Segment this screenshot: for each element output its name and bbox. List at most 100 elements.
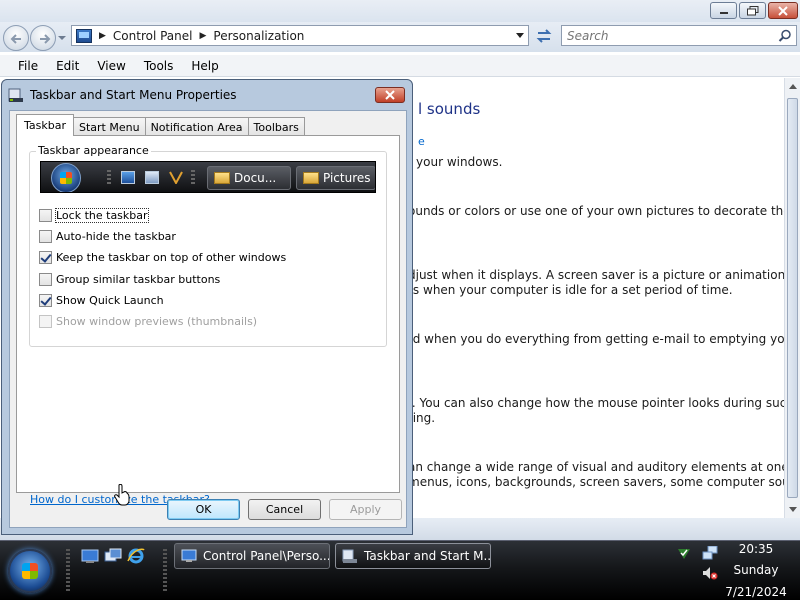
task-taskbar-properties[interactable]: Taskbar and Start M...: [335, 543, 491, 569]
switch-windows-icon: [145, 171, 159, 184]
ok-button[interactable]: OK: [167, 499, 240, 520]
checkbox-label[interactable]: Auto-hide the taskbar: [56, 230, 176, 243]
checkbox-box[interactable]: [39, 208, 52, 222]
taskbar-properties-dialog: Taskbar and Start Menu Properties Taskba…: [1, 79, 413, 535]
checkbox-label[interactable]: Lock the taskbar: [55, 207, 149, 223]
task-control-panel[interactable]: Control Panel\Perso...: [174, 543, 330, 569]
media-player-icon: [169, 171, 183, 186]
tab-taskbar[interactable]: Taskbar: [16, 114, 74, 136]
grip-icon[interactable]: [66, 549, 70, 593]
internet-explorer-icon[interactable]: [127, 548, 145, 564]
content-text: f your windows.: [408, 155, 503, 169]
close-icon: [778, 5, 788, 16]
control-panel-icon: [76, 28, 92, 43]
chevron-right-icon[interactable]: ▶: [99, 31, 106, 41]
window-titlebar: [0, 0, 800, 22]
tab-toolbars[interactable]: Toolbars: [247, 117, 305, 136]
show-desktop-icon[interactable]: [81, 548, 99, 564]
menu-help[interactable]: Help: [182, 59, 227, 73]
address-bar[interactable]: ▶ Control Panel ▶ Personalization: [71, 25, 529, 46]
dialog-close-button[interactable]: [375, 87, 405, 103]
minimize-icon: [719, 11, 728, 14]
arrow-left-icon: [10, 34, 21, 44]
restore-icon: [746, 5, 758, 15]
menu-file[interactable]: File: [0, 59, 47, 73]
checkbox-box[interactable]: [39, 272, 52, 286]
hand-cursor-icon: [114, 484, 130, 506]
recent-pages-chevron-icon[interactable]: [58, 34, 66, 42]
content-text: rd when you do everything from getting e…: [408, 332, 798, 346]
refresh-icon[interactable]: [533, 26, 555, 46]
grip-icon[interactable]: [163, 549, 167, 593]
folder-icon: [214, 172, 230, 184]
checkbox-label[interactable]: Show Quick Launch: [56, 294, 164, 307]
scroll-up-icon[interactable]: [789, 84, 797, 89]
show-quick-launch-checkbox[interactable]: Show Quick Launch: [39, 292, 164, 308]
address-dropdown-icon[interactable]: [516, 33, 524, 38]
task-label: Taskbar and Start M...: [364, 549, 491, 563]
checkbox-label[interactable]: Keep the taskbar on top of other windows: [56, 251, 286, 264]
scroll-down-icon[interactable]: [789, 507, 797, 512]
dialog-title: Taskbar and Start Menu Properties: [30, 88, 237, 102]
taskbar-properties-icon: [342, 549, 357, 563]
volume-muted-icon[interactable]: [702, 566, 718, 580]
close-icon: [385, 90, 395, 100]
breadcrumb-personalization[interactable]: Personalization: [213, 29, 304, 43]
checkbox-box[interactable]: [39, 229, 52, 243]
tab-start-menu[interactable]: Start Menu: [73, 117, 146, 136]
content-text: r. You can also change how the mouse poi…: [408, 396, 794, 410]
folder-icon: [303, 172, 319, 184]
grip-icon: [191, 170, 195, 186]
menu-tools[interactable]: Tools: [135, 59, 183, 73]
clock-day[interactable]: Sunday: [721, 563, 791, 577]
scrollbar-thumb[interactable]: [787, 98, 798, 498]
chevron-right-icon[interactable]: ▶: [200, 31, 207, 41]
keep-on-top-checkbox[interactable]: Keep the taskbar on top of other windows: [39, 249, 286, 265]
show-desktop-icon: [121, 171, 135, 184]
content-link[interactable]: e: [418, 135, 425, 148]
menu-view[interactable]: View: [88, 59, 134, 73]
start-orb-icon: [51, 163, 81, 192]
auto-hide-checkbox[interactable]: Auto-hide the taskbar: [39, 228, 176, 244]
breadcrumb-control-panel[interactable]: Control Panel: [113, 29, 193, 43]
task-label: Control Panel\Perso...: [203, 549, 330, 563]
search-box[interactable]: [561, 25, 797, 46]
clock-date[interactable]: 7/21/2024: [721, 585, 791, 599]
checkbox-box[interactable]: [39, 250, 52, 264]
preview-button-documents: Docu...: [207, 166, 291, 190]
checkbox-label[interactable]: Group similar taskbar buttons: [56, 273, 220, 286]
control-panel-icon: [181, 549, 197, 562]
back-button[interactable]: [3, 25, 29, 51]
arrow-right-icon: [40, 34, 51, 44]
apply-button: Apply: [329, 499, 402, 520]
search-icon[interactable]: [778, 29, 792, 43]
menu-bar: File Edit View Tools Help: [0, 55, 800, 77]
lock-taskbar-checkbox[interactable]: Lock the taskbar: [39, 207, 149, 223]
clock-time[interactable]: 20:35: [721, 542, 791, 556]
close-button[interactable]: [768, 2, 798, 19]
taskbar-tab-panel: Taskbar appearance Docu... Pictures Lock…: [16, 135, 400, 506]
network-icon[interactable]: [702, 546, 718, 560]
vertical-scrollbar[interactable]: [784, 78, 800, 518]
dialog-body: Taskbar Start Menu Notification Area Too…: [9, 110, 407, 528]
grip-icon: [107, 170, 111, 186]
window-previews-checkbox: Show window previews (thumbnails): [39, 313, 257, 329]
security-center-icon[interactable]: [676, 547, 692, 561]
minimize-button[interactable]: [710, 2, 737, 19]
forward-button[interactable]: [30, 25, 56, 51]
switch-windows-icon[interactable]: [104, 548, 122, 564]
taskbar: Control Panel\Perso... Taskbar and Start…: [0, 540, 800, 600]
preview-button-pictures: Pictures: [296, 166, 375, 190]
search-input[interactable]: [562, 26, 762, 45]
menu-edit[interactable]: Edit: [47, 59, 88, 73]
taskbar-appearance-group: Taskbar appearance Docu... Pictures Lock…: [29, 144, 387, 347]
cancel-button[interactable]: Cancel: [248, 499, 321, 520]
start-button[interactable]: [8, 549, 52, 593]
group-buttons-checkbox[interactable]: Group similar taskbar buttons: [39, 271, 220, 287]
tab-notification-area[interactable]: Notification Area: [144, 117, 249, 136]
checkbox-box[interactable]: [39, 293, 52, 307]
content-text: ounds or colors or use one of your own p…: [408, 204, 791, 218]
restore-button[interactable]: [739, 2, 766, 19]
tab-strip: Taskbar Start Menu Notification Area Too…: [16, 114, 305, 136]
taskbar-properties-icon: [8, 88, 23, 102]
